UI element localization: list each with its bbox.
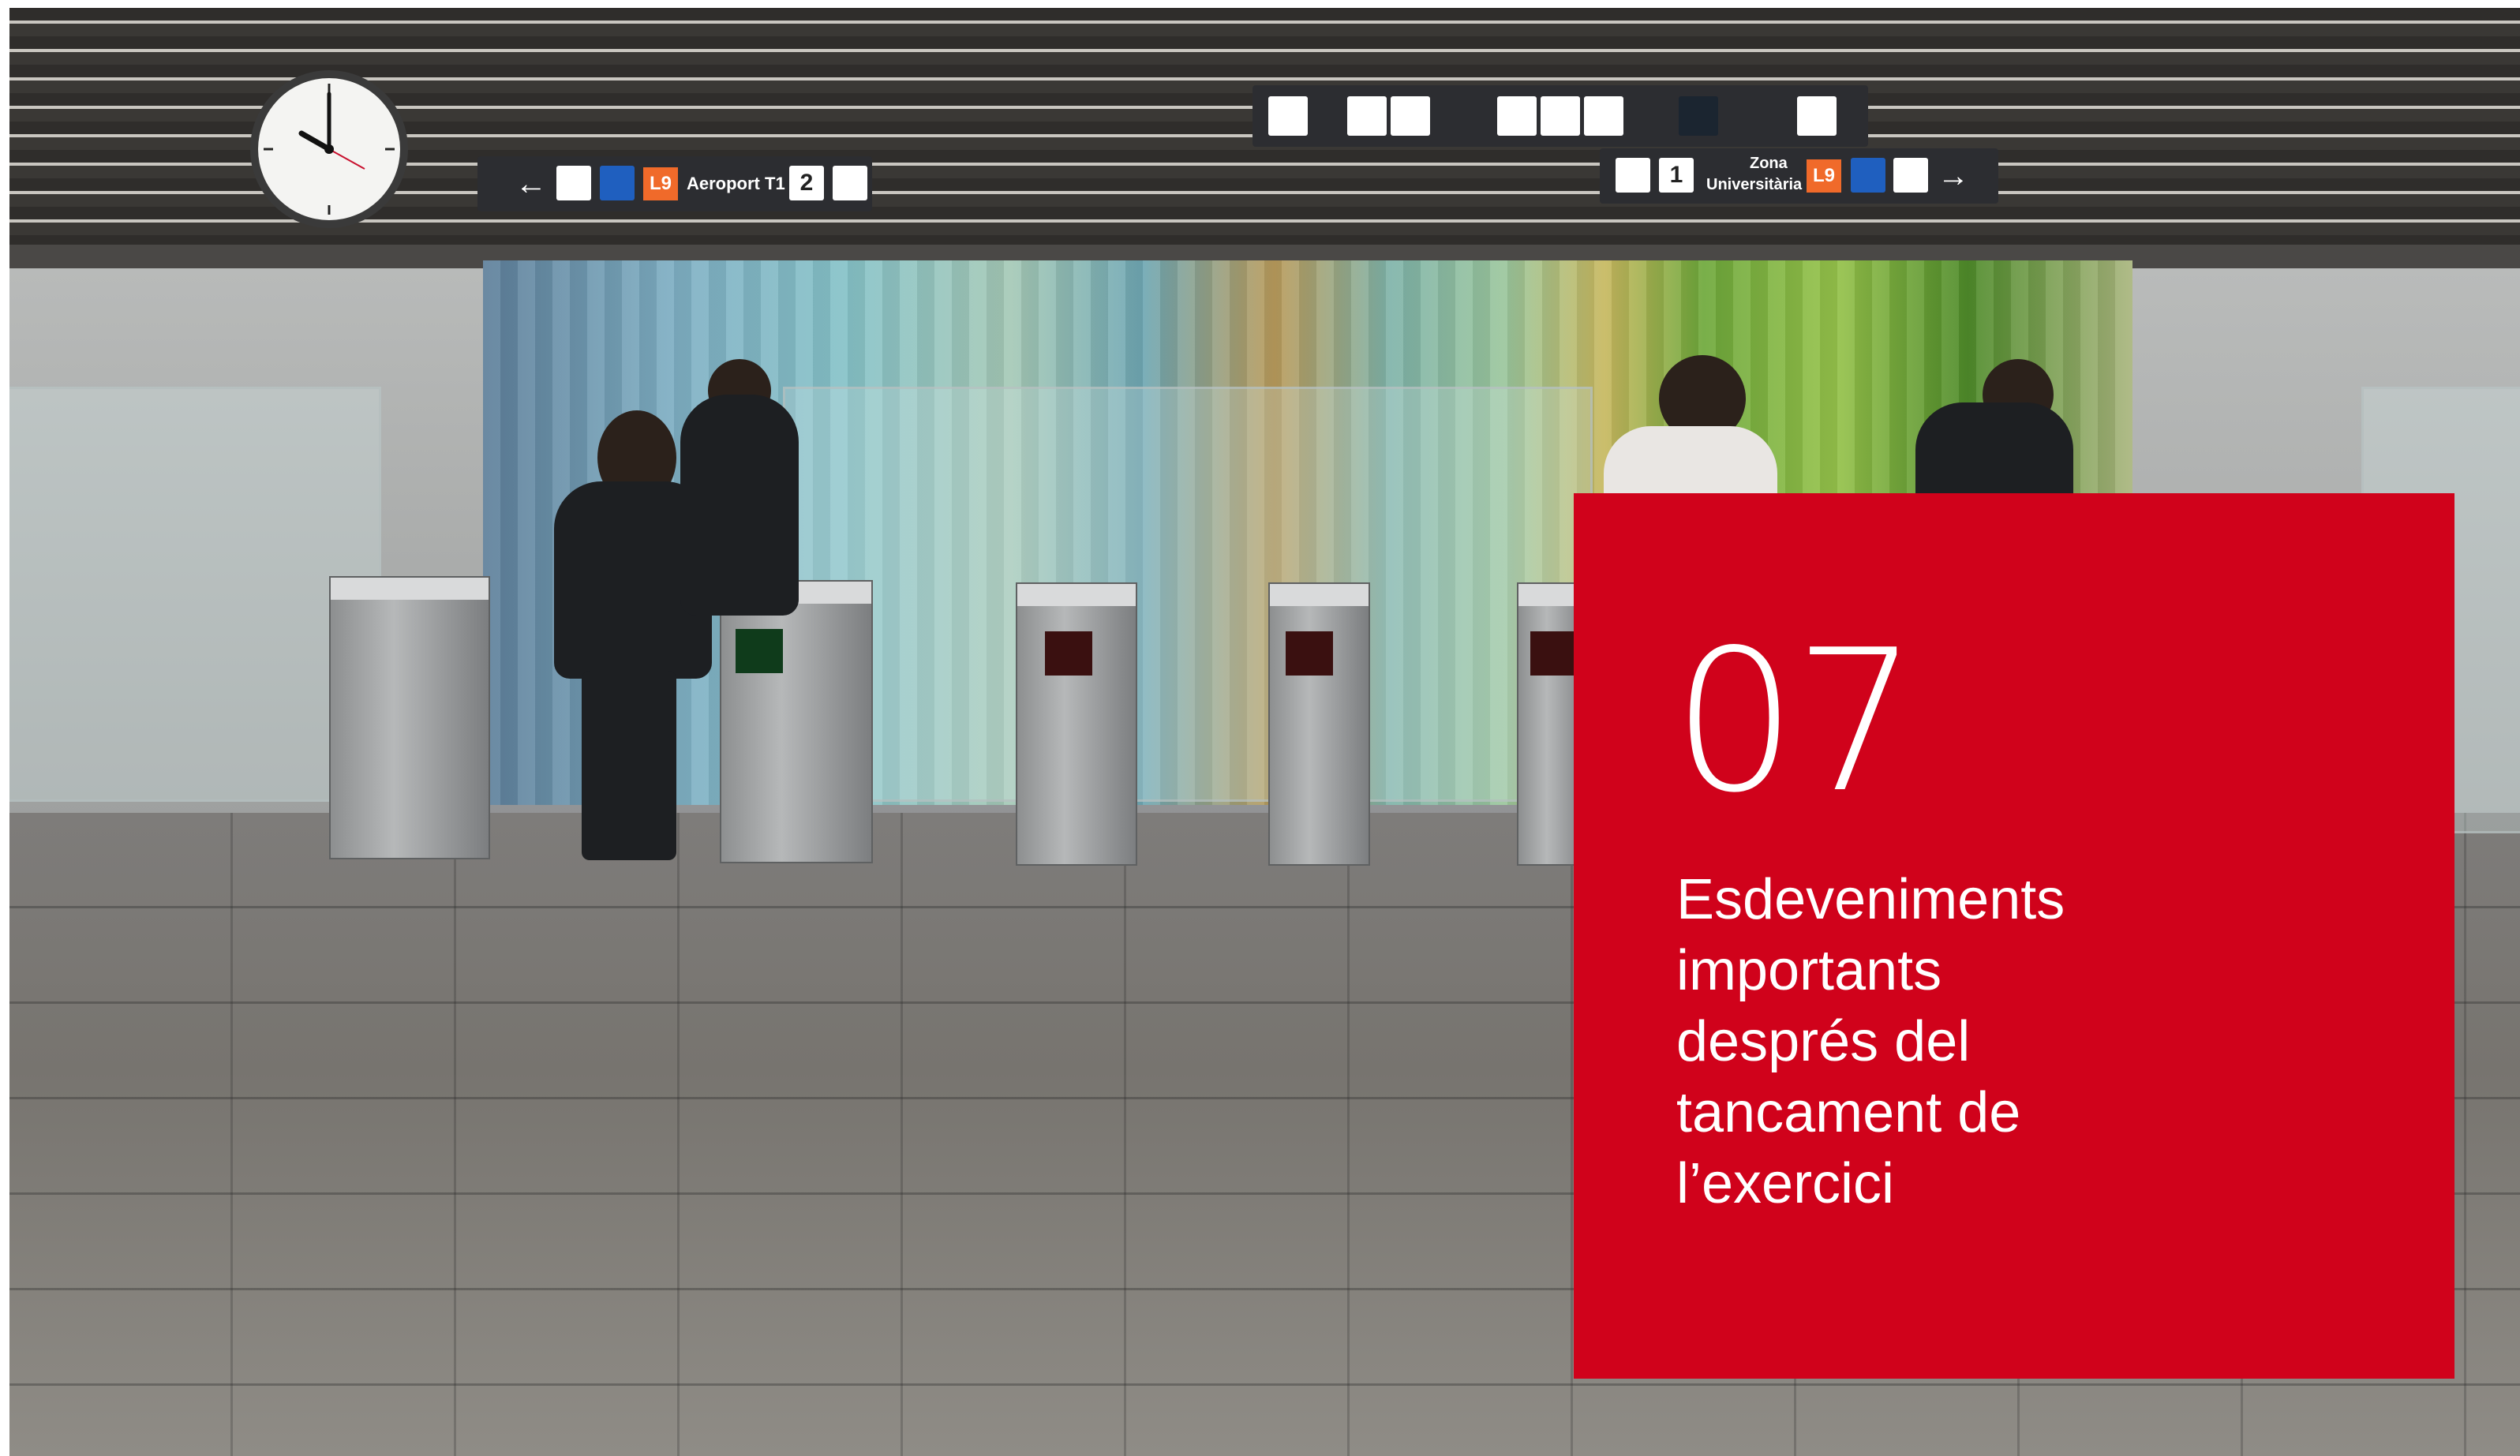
- chapter-title-line: tancament de: [1676, 1081, 2021, 1144]
- left-sign-destination: Aeroport T1: [687, 174, 785, 193]
- fare-gate: [1268, 582, 1370, 866]
- fare-gate: [720, 580, 873, 863]
- priority-seat-icon: [1497, 96, 1537, 136]
- top-information-sign: [1253, 85, 1868, 147]
- chapter-title-line: importants: [1676, 939, 1942, 1002]
- direction-sign-left: ← L9 Aeroport T1 2: [477, 156, 872, 211]
- elevator-icon: [1541, 96, 1580, 136]
- glass-partition-left: [9, 387, 381, 802]
- no-skating-icon: [1391, 96, 1430, 136]
- chapter-title: Esdeveniments importants després del tan…: [1676, 864, 2387, 1219]
- no-food-icon: [1347, 96, 1387, 136]
- glass-gate-panels: [783, 387, 1593, 802]
- blank-panel: [1679, 96, 1718, 136]
- wheelchair-icon: [1851, 158, 1885, 193]
- chapter-title-line: després del: [1676, 1010, 1971, 1073]
- right-sign-destination-line1: Zona: [1750, 155, 1788, 172]
- right-arrow-icon: →: [1938, 159, 1969, 193]
- line-l9-badge: L9: [643, 167, 678, 200]
- chapter-title-line: l’exercici: [1676, 1152, 1895, 1215]
- chapter-number: 07: [1672, 608, 1919, 836]
- line-l9-badge: L9: [1807, 159, 1841, 193]
- person-woman-legs: [582, 671, 676, 860]
- qr-marker-icon: [1268, 96, 1308, 136]
- fare-gate: [329, 576, 490, 859]
- luggage-icon: [1584, 96, 1623, 136]
- via-number: 1: [1659, 158, 1694, 193]
- via-number: 2: [789, 166, 824, 200]
- person-man: [680, 395, 799, 616]
- left-arrow-icon: ←: [515, 167, 547, 201]
- fare-gate: [1016, 582, 1137, 866]
- qr-marker-icon: [1616, 158, 1650, 193]
- direction-sign-right: 1 Zona Universitària L9 →: [1600, 148, 1998, 204]
- qr-marker-icon: [833, 166, 867, 200]
- ticket-machine-icon: [1893, 158, 1928, 193]
- ticket-machine-icon: [556, 166, 591, 200]
- right-sign-destination-line2: Universitària: [1706, 176, 1803, 193]
- wheelchair-icon: [600, 166, 635, 200]
- chapter-title-panel: 07 Esdeveniments importants després del …: [1574, 493, 2454, 1379]
- wall-clock-icon: [250, 70, 408, 228]
- chapter-title-line: Esdeveniments: [1676, 868, 2065, 931]
- qr-marker-icon: [1797, 96, 1837, 136]
